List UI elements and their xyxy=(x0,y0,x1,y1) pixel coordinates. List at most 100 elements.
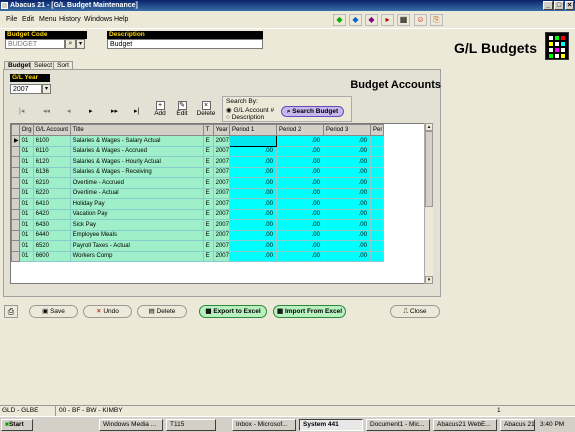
undo-button[interactable]: ✕ Undo xyxy=(83,305,132,318)
row-indicator[interactable] xyxy=(11,187,20,199)
task-windows-media[interactable]: Windows Media ... xyxy=(99,419,163,431)
cell-org[interactable]: 01 xyxy=(18,219,34,231)
row-indicator[interactable] xyxy=(11,177,20,189)
cell-type[interactable]: E xyxy=(202,240,214,252)
menu-history[interactable]: History xyxy=(59,16,81,23)
table-row[interactable]: 01 6440 Employee Meals E 2007.00.00.00 xyxy=(11,229,384,241)
cell-period-4[interactable] xyxy=(369,187,384,199)
cell-gl-account[interactable]: 6210 xyxy=(32,177,71,189)
cell-year[interactable]: 2007 xyxy=(212,240,230,252)
cell-period-3[interactable]: .00 xyxy=(322,135,371,147)
task-abacus-21[interactable]: Abacus 21 - [G... xyxy=(500,419,535,431)
task-inbox[interactable]: Inbox - Microsof... xyxy=(232,419,296,431)
cell-period-2[interactable]: .00 xyxy=(275,177,324,189)
cell-gl-account[interactable]: 6110 xyxy=(32,145,71,157)
cell-period-4[interactable] xyxy=(369,198,384,210)
cell-period-2[interactable]: .00 xyxy=(275,208,324,220)
cell-title[interactable]: Sick Pay xyxy=(69,219,204,231)
cell-type[interactable]: E xyxy=(202,250,214,262)
cell-period-4[interactable] xyxy=(369,250,384,262)
export-excel-button[interactable]: ▦ Export to Excel xyxy=(199,305,267,318)
cell-type[interactable]: E xyxy=(202,198,214,210)
minimize-button[interactable]: _ xyxy=(543,1,553,10)
person-icon[interactable]: ☺ xyxy=(414,14,427,26)
cell-type[interactable]: E xyxy=(202,145,214,157)
cell-title[interactable]: Salaries & Wages - Accrued xyxy=(69,145,204,157)
diamond-icon[interactable]: ◆ xyxy=(365,14,378,26)
add-button[interactable]: + Add xyxy=(148,101,172,117)
col-header-period-3[interactable]: Period 3 xyxy=(322,124,371,136)
cell-year[interactable]: 2007 xyxy=(212,156,230,168)
cell-period-2[interactable]: .00 xyxy=(275,166,324,178)
cell-period-2[interactable]: .00 xyxy=(275,250,324,262)
cell-gl-account[interactable]: 6136 xyxy=(32,166,71,178)
cell-period-2[interactable]: .00 xyxy=(275,240,324,252)
cell-period-1[interactable]: .00 xyxy=(228,250,277,262)
cell-gl-account[interactable]: 6220 xyxy=(32,187,71,199)
cell-period-3[interactable]: .00 xyxy=(322,208,371,220)
cell-period-1[interactable]: .00 xyxy=(228,166,277,178)
cell-period-4[interactable] xyxy=(369,156,384,168)
cell-type[interactable]: E xyxy=(202,156,214,168)
cell-type[interactable]: E xyxy=(202,187,214,199)
dropdown-arrow-icon[interactable]: ▾ xyxy=(76,39,85,49)
cell-period-2[interactable]: .00 xyxy=(275,229,324,241)
task-system-441[interactable]: System 441 xyxy=(299,419,363,431)
cell-gl-account[interactable]: 6600 xyxy=(32,250,71,262)
cell-gl-account[interactable]: 6520 xyxy=(32,240,71,252)
budget-code-field[interactable]: BUDGET xyxy=(5,39,65,49)
cell-period-3[interactable]: .00 xyxy=(322,219,371,231)
table-row[interactable]: 01 6136 Salaries & Wages - Receiving E 2007.… xyxy=(11,166,384,178)
start-button[interactable]: ■Start xyxy=(1,419,33,431)
search-option-description[interactable]: ○ Description xyxy=(226,114,264,121)
cell-year[interactable]: 2007 xyxy=(212,187,230,199)
scroll-up-icon[interactable]: ▴ xyxy=(425,123,433,131)
cell-period-1[interactable]: .00 xyxy=(228,240,277,252)
row-indicator[interactable] xyxy=(11,240,20,252)
cell-org[interactable]: 01 xyxy=(18,229,34,241)
maximize-button[interactable]: □ xyxy=(554,1,564,10)
forward-arrow-icon[interactable]: ◆ xyxy=(349,14,362,26)
row-indicator[interactable] xyxy=(11,219,20,231)
next-page-icon[interactable]: ▸▸ xyxy=(111,107,118,115)
table-row[interactable]: 01 6430 Sick Pay E 2007.00.00.00 xyxy=(11,219,384,231)
lookup-icon[interactable]: ⌕ xyxy=(65,39,76,49)
exit-door-icon[interactable]: ⎘ xyxy=(430,14,443,26)
cell-period-4[interactable] xyxy=(369,145,384,157)
edit-button[interactable]: ✎ Edit xyxy=(170,101,194,117)
cell-org[interactable]: 01 xyxy=(18,187,34,199)
cell-period-1[interactable] xyxy=(228,135,277,147)
cell-period-1[interactable]: .00 xyxy=(228,177,277,189)
row-indicator[interactable]: ▶ xyxy=(11,135,20,147)
print-icon[interactable]: ⎙ xyxy=(4,305,18,318)
cell-title[interactable]: Payroll Taxes - Actual xyxy=(69,240,204,252)
cell-period-3[interactable]: .00 xyxy=(322,177,371,189)
cell-title[interactable]: Workers Comp xyxy=(69,250,204,262)
gl-year-dropdown-icon[interactable]: ▾ xyxy=(42,84,51,94)
cell-type[interactable]: E xyxy=(202,135,214,147)
delete-button[interactable]: ▤ Delete xyxy=(137,305,187,318)
menu-menu[interactable]: Menu xyxy=(39,16,57,23)
cell-title[interactable]: Salaries & Wages - Salary Actual xyxy=(69,135,204,147)
cell-gl-account[interactable]: 6430 xyxy=(32,219,71,231)
cell-period-4[interactable] xyxy=(369,219,384,231)
table-row[interactable]: 01 6220 Overtime - Actual E 2007.00.00.00 xyxy=(11,187,384,199)
task-t115[interactable]: T115 xyxy=(166,419,216,431)
scroll-down-icon[interactable]: ▾ xyxy=(425,276,433,284)
budget-grid[interactable]: Org G/L Account Title T Year Period 1 Pe… xyxy=(10,123,433,284)
menu-windows[interactable]: Windows xyxy=(84,16,112,23)
flag-icon[interactable]: ▸ xyxy=(381,14,394,26)
cell-org[interactable]: 01 xyxy=(18,177,34,189)
cell-title[interactable]: Employee Meals xyxy=(69,229,204,241)
cell-period-3[interactable]: .00 xyxy=(322,156,371,168)
table-row[interactable]: 01 6600 Workers Comp E 2007.00.00.00 xyxy=(11,250,384,262)
description-field[interactable]: Budget xyxy=(107,39,263,49)
cell-year[interactable]: 2007 xyxy=(212,229,230,241)
vertical-scrollbar[interactable]: ▴ ▾ xyxy=(424,123,433,284)
cell-org[interactable]: 01 xyxy=(18,145,34,157)
cell-year[interactable]: 2007 xyxy=(212,219,230,231)
col-header-gl-account[interactable]: G/L Account xyxy=(32,124,71,136)
cell-period-1[interactable]: .00 xyxy=(228,198,277,210)
cell-period-2[interactable]: .00 xyxy=(275,187,324,199)
cell-org[interactable]: 01 xyxy=(18,166,34,178)
